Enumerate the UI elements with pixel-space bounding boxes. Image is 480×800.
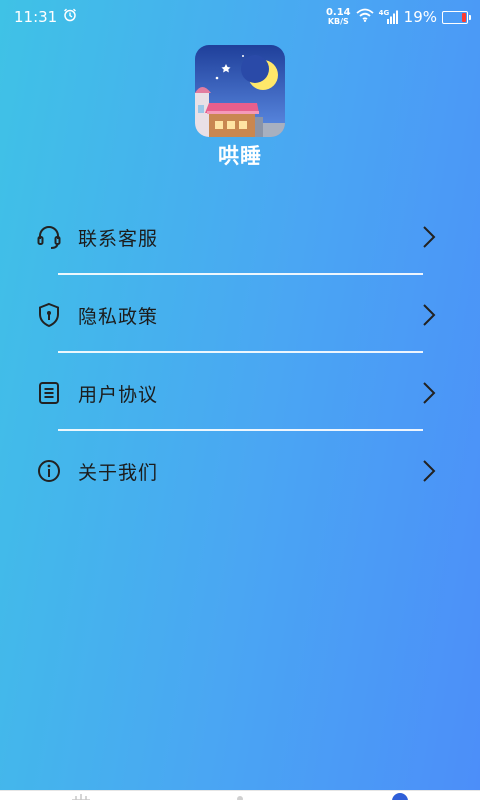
signal-icon: 4G	[379, 9, 399, 24]
shield-icon	[34, 300, 64, 330]
battery-fill	[461, 12, 466, 22]
nav-tab-profile[interactable]	[390, 787, 410, 800]
menu-label-privacy-policy: 隐私政策	[78, 305, 159, 328]
menu-item-contact-support[interactable]: 联系客服	[34, 212, 442, 262]
divider	[58, 429, 423, 431]
wifi-icon	[356, 8, 374, 26]
status-right: 0.14 KB/S 4G 19%	[325, 7, 471, 27]
menu-label-about-us: 关于我们	[78, 461, 159, 484]
app-logo	[195, 45, 285, 137]
menu-label-contact-support: 联系客服	[78, 227, 159, 250]
menu-item-user-agreement[interactable]: 用户协议	[34, 368, 442, 418]
menu-item-privacy-policy[interactable]: 隐私政策	[34, 290, 442, 340]
alarm-icon	[63, 8, 77, 26]
bottom-nav	[0, 790, 480, 800]
nav-tab-home[interactable]	[70, 787, 92, 800]
status-left: 11:31	[14, 8, 77, 26]
menu-label-user-agreement: 用户协议	[78, 383, 159, 406]
divider	[58, 351, 423, 353]
app-name: 哄睡	[218, 144, 262, 168]
nav-tab-middle[interactable]	[232, 787, 248, 800]
info-icon	[34, 456, 64, 486]
headset-icon	[34, 222, 64, 252]
status-time: 11:31	[14, 8, 58, 26]
net-speed-unit: KB/S	[327, 17, 349, 26]
chevron-right-icon	[420, 302, 438, 328]
battery-icon	[442, 10, 471, 24]
net-speed-value: 0.14	[325, 7, 351, 18]
chevron-right-icon	[420, 224, 438, 250]
chevron-right-icon	[420, 380, 438, 406]
battery-percent: 19%	[403, 8, 437, 26]
chevron-right-icon	[420, 458, 438, 484]
net-speed: 0.14 KB/S	[325, 7, 351, 27]
menu-item-about-us[interactable]: 关于我们	[34, 446, 442, 496]
status-bar: 11:31 0.14 KB/S 4G 19%	[0, 0, 480, 34]
document-icon	[34, 378, 64, 408]
divider	[58, 273, 423, 275]
